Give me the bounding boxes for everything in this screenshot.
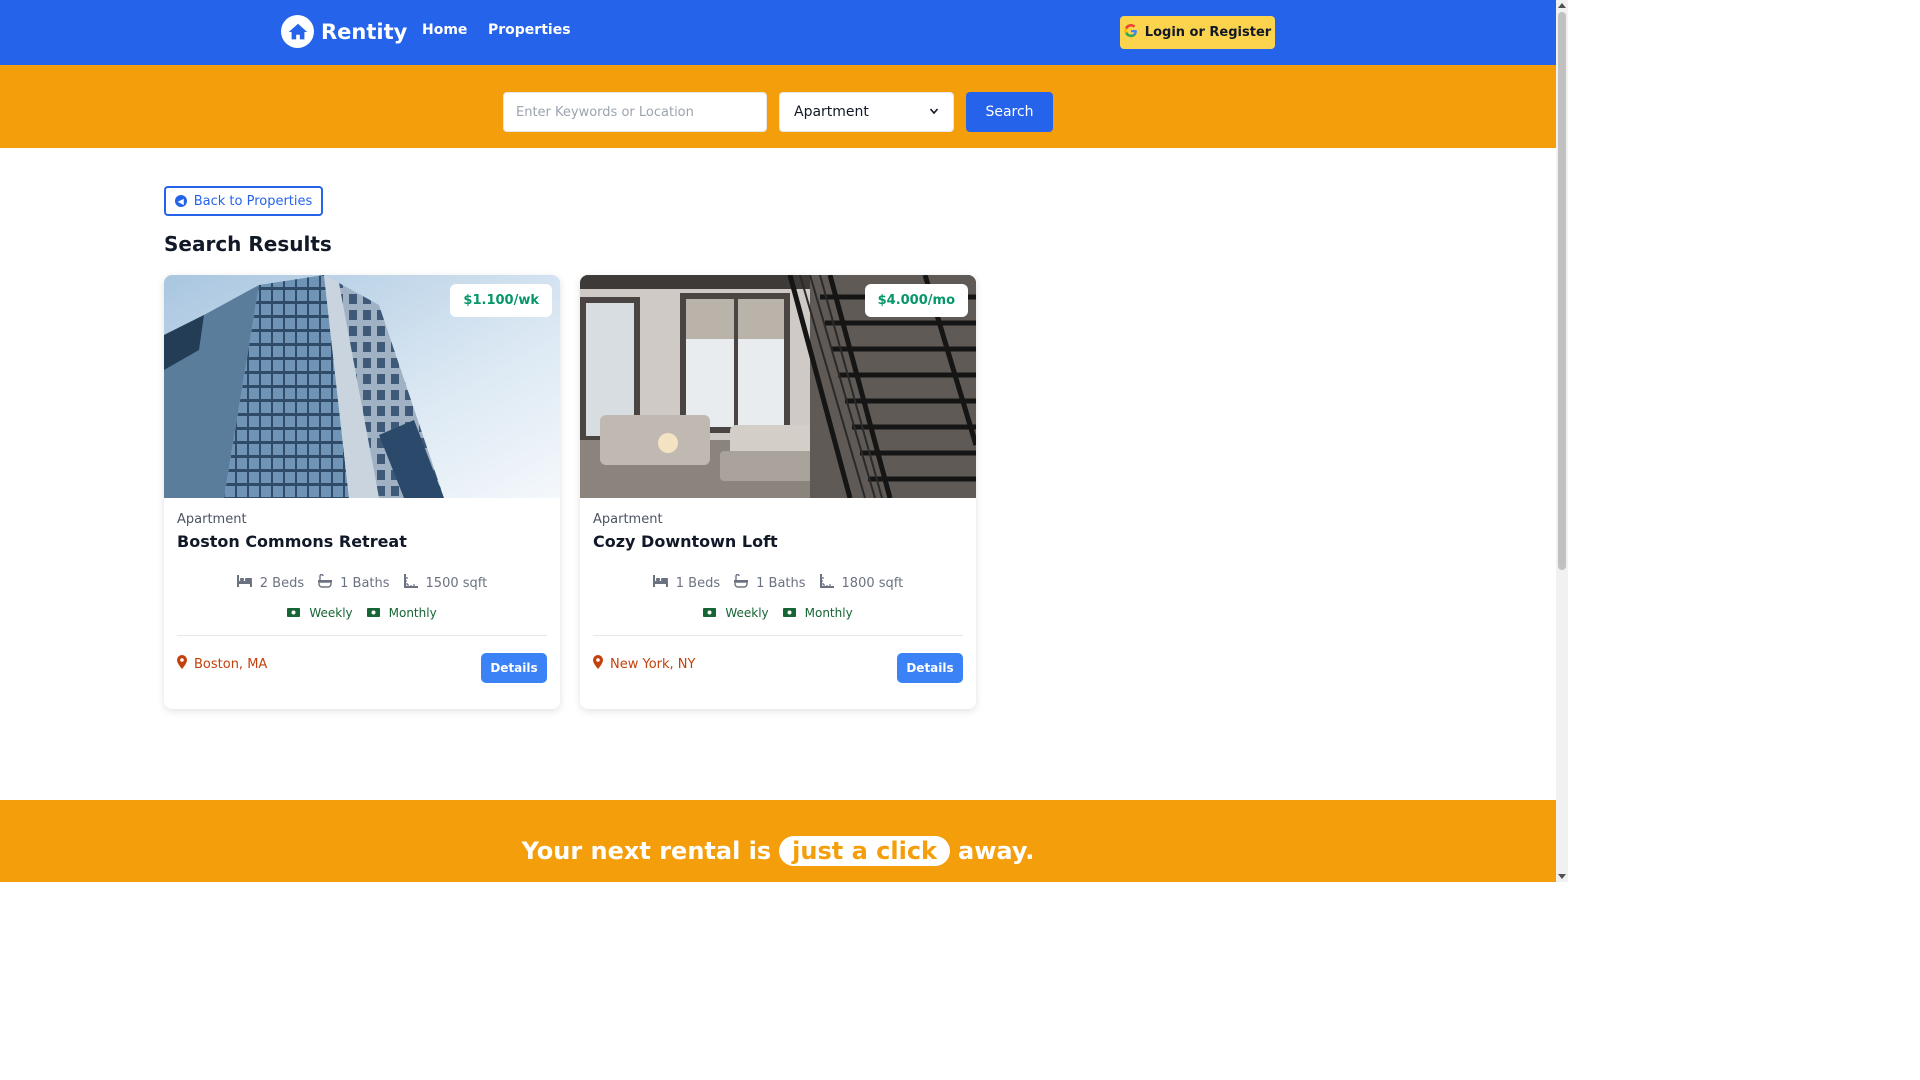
spec-baths: 1 Baths	[734, 573, 806, 592]
card-divider	[177, 635, 547, 636]
tagline: Your next rental is just a click away.	[0, 836, 1556, 866]
ruler-icon	[819, 574, 834, 592]
property-type-select[interactable]: Apartment	[779, 92, 954, 132]
rate-weekly: Weekly	[703, 606, 769, 620]
money-icon	[782, 606, 796, 620]
arrow-left-circle-icon: ◀	[174, 195, 187, 207]
bed-icon	[652, 575, 668, 591]
sqft-label: 1800 sqft	[841, 575, 904, 591]
tagline-banner: Your next rental is just a click away.	[0, 800, 1556, 882]
page-title: Search Results	[164, 232, 332, 256]
card-divider	[593, 635, 963, 636]
map-pin-icon	[593, 655, 603, 673]
nav-link-home[interactable]: Home	[422, 22, 467, 38]
bath-icon	[318, 573, 333, 592]
rate-weekly-label: Weekly	[725, 606, 769, 620]
price-badge: $4.000/mo	[864, 284, 968, 317]
beds-label: 2 Beds	[259, 575, 305, 591]
back-label: Back to Properties	[193, 193, 313, 209]
login-label: Login or Register	[1144, 25, 1272, 40]
scrollbar-thumb[interactable]	[1558, 12, 1566, 570]
price-badge: $1.100/wk	[450, 284, 552, 317]
back-to-properties-button[interactable]: ◀ Back to Properties	[164, 186, 323, 216]
search-bar: Apartment Search	[0, 65, 1556, 148]
spec-sqft: 1800 sqft	[819, 574, 904, 592]
location-label: New York, NY	[610, 656, 696, 672]
spec-beds: 1 Beds	[652, 574, 721, 592]
login-register-button[interactable]: Login or Register	[1120, 16, 1275, 49]
rate-monthly: Monthly	[782, 606, 853, 620]
tagline-after: away.	[958, 837, 1035, 865]
navbar: Rentity Home Properties Login or Registe…	[0, 0, 1556, 65]
property-type: Apartment	[177, 512, 247, 527]
baths-label: 1 Baths	[340, 575, 390, 591]
scroll-up-arrow-icon[interactable]	[1558, 3, 1566, 8]
property-title[interactable]: Cozy Downtown Loft	[593, 532, 778, 551]
brand-name: Rentity	[321, 19, 408, 44]
property-card: $4.000/mo Apartment Cozy Downtown Loft 1…	[580, 275, 976, 709]
spec-beds: 2 Beds	[236, 574, 305, 592]
bed-icon	[236, 575, 252, 591]
spec-sqft: 1500 sqft	[403, 574, 488, 592]
property-location: New York, NY	[593, 655, 695, 673]
google-icon	[1124, 23, 1138, 42]
property-title[interactable]: Boston Commons Retreat	[177, 532, 407, 551]
details-button[interactable]: Details	[897, 653, 963, 683]
search-input[interactable]	[503, 92, 767, 132]
brand-logo[interactable]: Rentity	[281, 15, 407, 48]
rate-monthly-label: Monthly	[388, 606, 437, 620]
money-icon	[703, 606, 717, 620]
property-specs: 2 Beds 1 Baths 1500 sqft	[164, 573, 560, 592]
search-button[interactable]: Search	[966, 92, 1053, 132]
property-card: $1.100/wk Apartment Boston Commons Retre…	[164, 275, 560, 709]
baths-label: 1 Baths	[756, 575, 806, 591]
property-location: Boston, MA	[177, 655, 267, 673]
money-icon	[366, 606, 380, 620]
property-specs: 1 Beds 1 Baths 1800 sqft	[580, 573, 976, 592]
location-label: Boston, MA	[194, 656, 268, 672]
property-image[interactable]: $4.000/mo	[580, 275, 976, 498]
house-icon	[281, 15, 314, 48]
rate-options: Weekly Monthly	[164, 606, 560, 620]
scroll-down-arrow-icon[interactable]	[1558, 874, 1566, 879]
property-type-value: Apartment	[794, 104, 869, 120]
ruler-icon	[403, 574, 418, 592]
details-button[interactable]: Details	[481, 653, 547, 683]
rate-monthly: Monthly	[366, 606, 437, 620]
vertical-scrollbar[interactable]	[1556, 0, 1568, 882]
rate-options: Weekly Monthly	[580, 606, 976, 620]
money-icon	[287, 606, 301, 620]
rate-monthly-label: Monthly	[804, 606, 853, 620]
spec-baths: 1 Baths	[318, 573, 390, 592]
property-image[interactable]: $1.100/wk	[164, 275, 560, 498]
tagline-before: Your next rental is	[521, 837, 772, 865]
rate-weekly: Weekly	[287, 606, 353, 620]
sqft-label: 1500 sqft	[425, 575, 488, 591]
property-type: Apartment	[593, 512, 663, 527]
tagline-highlight: just a click	[779, 836, 951, 866]
rate-weekly-label: Weekly	[309, 606, 353, 620]
beds-label: 1 Beds	[675, 575, 721, 591]
bath-icon	[734, 573, 749, 592]
chevron-down-icon	[929, 104, 939, 120]
map-pin-icon	[177, 655, 187, 673]
nav-link-properties[interactable]: Properties	[488, 22, 571, 38]
